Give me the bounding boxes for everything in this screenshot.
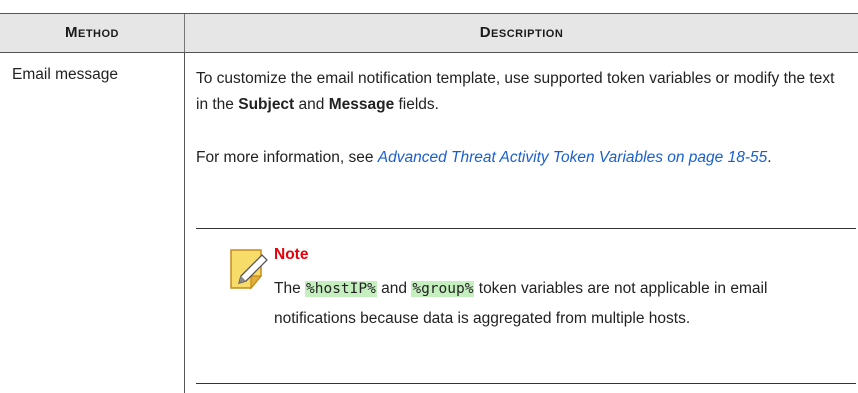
note-top-rule <box>196 228 856 229</box>
para-text: . <box>767 149 772 166</box>
methods-table: Method Description Email message To cust… <box>0 0 858 393</box>
header-description: Description <box>479 24 564 41</box>
note-bottom-rule <box>196 383 856 384</box>
column-divider <box>184 52 185 393</box>
para-text: fields. <box>394 96 439 113</box>
para-text: For more information, see <box>196 149 378 166</box>
hostip-token: %hostIP% <box>305 281 377 297</box>
header-method: Method <box>65 24 119 41</box>
group-token: %group% <box>411 281 475 297</box>
description-paragraph: To customize the email notification temp… <box>196 66 846 118</box>
note-text: The <box>274 280 306 297</box>
token-variables-link[interactable]: Advanced Threat Activity Token Variables… <box>378 149 767 166</box>
method-cell: Email message <box>12 66 118 83</box>
note-text: and <box>376 280 412 297</box>
subject-field-name: Subject <box>238 96 295 113</box>
note-pencil-icon <box>230 249 268 290</box>
note-label: Note <box>274 246 309 263</box>
para-text: and <box>294 96 329 113</box>
table-header: Method Description <box>0 13 858 53</box>
note-body: The %hostIP% and %group% token variables… <box>274 274 844 334</box>
message-field-name: Message <box>328 96 395 113</box>
more-info-paragraph: For more information, see Advanced Threa… <box>196 145 846 171</box>
